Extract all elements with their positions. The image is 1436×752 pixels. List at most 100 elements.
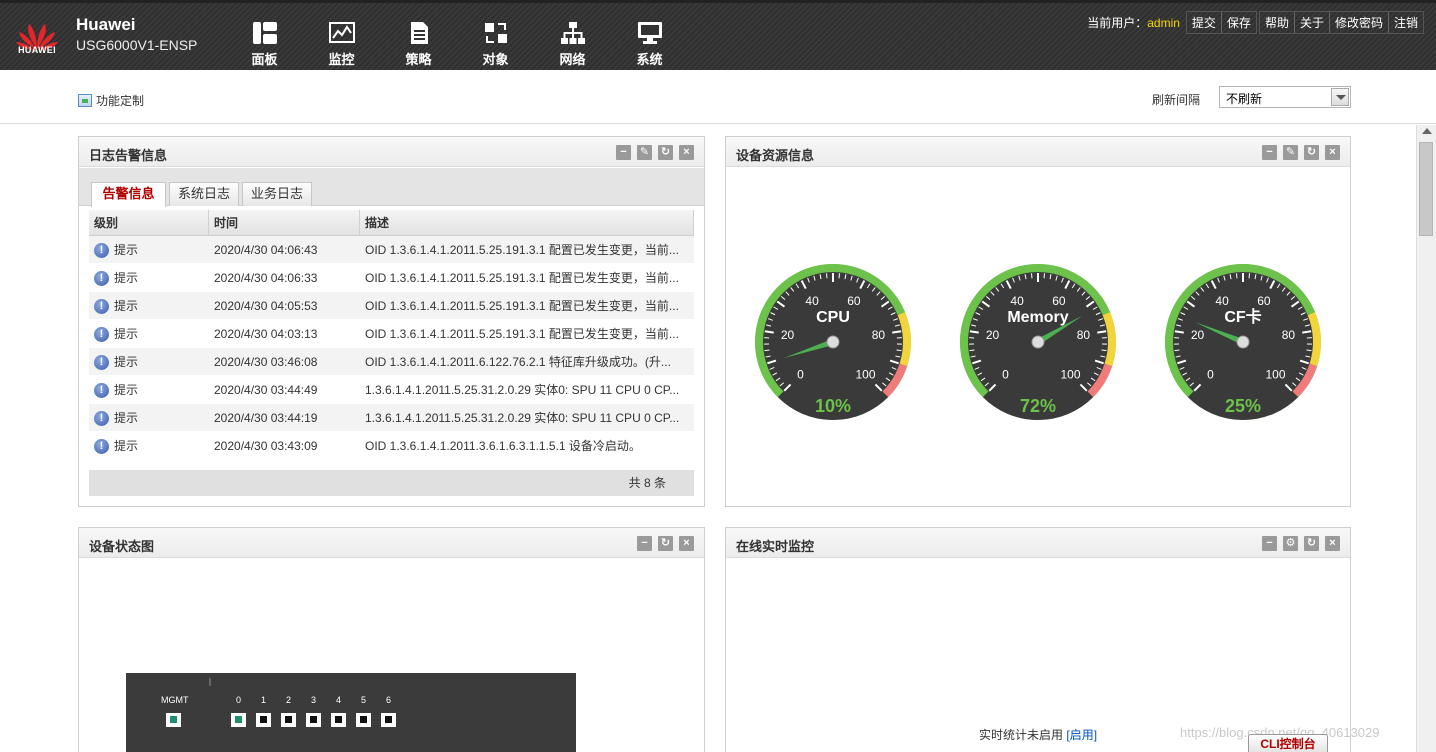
chevron-down-icon[interactable] xyxy=(1331,88,1349,106)
gauge-tick xyxy=(1101,349,1107,352)
commit-link[interactable]: 提交 xyxy=(1187,12,1221,33)
port-number-label: 0 xyxy=(236,695,242,705)
level-text: 提示 xyxy=(114,411,139,425)
port-number-label: 1 xyxy=(261,695,267,705)
level-text: 提示 xyxy=(114,243,139,257)
refresh-icon[interactable]: ↻ xyxy=(658,536,673,551)
gauge-scale-label: 20 xyxy=(986,328,1000,342)
nav-network[interactable]: 网络 xyxy=(534,17,611,68)
gauge-value: 72% xyxy=(1020,396,1056,416)
gauge-value: 25% xyxy=(1225,396,1261,416)
ethernet-port[interactable] xyxy=(231,713,246,727)
table-row[interactable]: ! 提示 2020/4/30 04:06:43 OID 1.3.6.1.4.1.201… xyxy=(89,236,694,264)
table-row[interactable]: ! 提示 2020/4/30 04:05:53 OID 1.3.6.1.4.1.201… xyxy=(89,292,694,320)
refresh-interval-select[interactable]: 不刷新 xyxy=(1219,86,1351,108)
gauge-tick xyxy=(1302,330,1312,334)
device-model: USG6000V1-ENSP xyxy=(76,37,198,53)
column-header-desc[interactable]: 描述 xyxy=(360,210,694,235)
gauge-scale-label: 60 xyxy=(1052,294,1066,308)
cell-time: 2020/4/30 03:46:08 xyxy=(214,355,318,369)
minimize-icon[interactable]: − xyxy=(637,536,652,551)
resource-panel: 设备资源信息 − ✎ ↻ × 0 20 40 60 80 100 CPU 10% 0 20 40 60… xyxy=(725,136,1351,507)
tab-system-log[interactable]: 系统日志 xyxy=(169,182,239,206)
nav-dashboard[interactable]: 面板 xyxy=(226,17,303,68)
network-topology-icon xyxy=(560,22,585,44)
ethernet-port[interactable] xyxy=(381,713,396,727)
refresh-icon[interactable]: ↻ xyxy=(1304,536,1319,551)
cell-desc: OID 1.3.6.1.4.1.2011.5.25.191.3.1 配置已发生变… xyxy=(365,327,679,341)
gauge-scale-label: 40 xyxy=(1215,294,1229,308)
dashboard-content: 日志告警信息 − ✎ ↻ × 告警信息 系统日志 业务日志 级别 时间 描述 !… xyxy=(0,125,1416,752)
gauge-tick xyxy=(969,349,975,352)
cell-time: 2020/4/30 04:05:53 xyxy=(214,299,318,313)
ethernet-port[interactable] xyxy=(256,713,271,727)
close-icon[interactable]: × xyxy=(1325,536,1340,551)
tab-alarm-info[interactable]: 告警信息 xyxy=(91,182,166,207)
cell-desc: OID 1.3.6.1.4.1.2011.5.25.191.3.1 配置已发生变… xyxy=(365,243,679,257)
ethernet-port[interactable] xyxy=(281,713,296,727)
gear-icon[interactable]: ⚙ xyxy=(1283,536,1298,551)
change-password-link[interactable]: 修改密码 xyxy=(1328,12,1388,33)
minimize-icon[interactable]: − xyxy=(1262,536,1277,551)
close-icon[interactable]: × xyxy=(679,145,694,160)
save-link[interactable]: 保存 xyxy=(1220,12,1256,33)
about-link[interactable]: 关于 xyxy=(1293,12,1329,33)
cli-console-button[interactable]: CLI控制台 xyxy=(1248,734,1328,752)
gauge-scale-label: 100 xyxy=(1061,368,1081,382)
main-nav: 面板 监控 策略 对象 网络 系统 xyxy=(226,17,688,68)
refresh-icon[interactable]: ↻ xyxy=(658,145,673,160)
nav-system[interactable]: 系统 xyxy=(611,17,688,68)
column-header-time[interactable]: 时间 xyxy=(209,210,360,235)
panel-header: 设备状态图 − ↻ × xyxy=(79,528,704,558)
vertical-scrollbar[interactable] xyxy=(1416,125,1436,752)
dashboard-icon xyxy=(252,22,277,44)
gauge-value: 10% xyxy=(815,396,851,416)
close-icon[interactable]: × xyxy=(679,536,694,551)
gauge-scale-label: 60 xyxy=(847,294,861,308)
level-text: 提示 xyxy=(114,271,139,285)
help-link[interactable]: 帮助 xyxy=(1260,12,1294,33)
panel-tools: − ↻ × xyxy=(631,536,694,551)
nav-label: 网络 xyxy=(559,52,586,67)
scroll-thumb[interactable] xyxy=(1419,142,1433,236)
cell-desc: 1.3.6.1.4.1.2011.5.25.31.2.0.29 实体0: SPU… xyxy=(365,383,680,397)
edit-icon[interactable]: ✎ xyxy=(637,145,652,160)
minimize-icon[interactable]: − xyxy=(616,145,631,160)
gauge-title: Memory xyxy=(1007,309,1068,326)
column-header-level[interactable]: 级别 xyxy=(89,210,209,235)
ethernet-port[interactable] xyxy=(356,713,371,727)
gauge-svg: 02040 6080100CPU10%02040 6080100Memory72%0… xyxy=(755,264,1321,420)
scroll-up-icon[interactable] xyxy=(1422,128,1432,134)
enable-link[interactable]: [启用] xyxy=(1066,728,1097,742)
panel-title: 在线实时监控 xyxy=(736,539,815,554)
ethernet-port[interactable] xyxy=(306,713,321,727)
nav-policy[interactable]: 策略 xyxy=(380,17,457,68)
gauge-tick xyxy=(764,349,770,352)
gauge-tick xyxy=(1174,349,1180,352)
cell-time: 2020/4/30 03:44:19 xyxy=(214,411,318,425)
cell-time: 2020/4/30 04:06:33 xyxy=(214,271,318,285)
nav-monitor[interactable]: 监控 xyxy=(303,17,380,68)
logout-link[interactable]: 注销 xyxy=(1387,12,1423,33)
table-row[interactable]: ! 提示 2020/4/30 03:46:08 OID 1.3.6.1.4.1.201… xyxy=(89,348,694,376)
level-text: 提示 xyxy=(114,327,139,341)
panel-tools: − ✎ ↻ × xyxy=(610,145,694,160)
port-number-label: 3 xyxy=(311,695,317,705)
nav-label: 策略 xyxy=(405,52,432,67)
port-number-label: 4 xyxy=(336,695,342,705)
info-icon: ! xyxy=(94,327,109,343)
table-row[interactable]: ! 提示 2020/4/30 03:44:19 1.3.6.1.4.1.2011.5.… xyxy=(89,404,694,432)
nav-objects[interactable]: 对象 xyxy=(457,17,534,68)
mgmt-port[interactable] xyxy=(166,713,181,727)
table-row[interactable]: ! 提示 2020/4/30 04:06:33 OID 1.3.6.1.4.1.201… xyxy=(89,264,694,292)
table-row[interactable]: ! 提示 2020/4/30 04:03:13 OID 1.3.6.1.4.1.201… xyxy=(89,320,694,348)
cell-level: ! 提示 xyxy=(89,236,209,263)
gauge-hub xyxy=(1031,335,1045,349)
table-row[interactable]: ! 提示 2020/4/30 03:43:09 OID 1.3.6.1.4.1.201… xyxy=(89,432,694,460)
cell-level: ! 提示 xyxy=(89,376,209,403)
gauge-scale-label: 40 xyxy=(1010,294,1024,308)
tab-business-log[interactable]: 业务日志 xyxy=(242,182,312,206)
ethernet-port[interactable] xyxy=(331,713,346,727)
table-row[interactable]: ! 提示 2020/4/30 03:44:49 1.3.6.1.4.1.2011.5.… xyxy=(89,376,694,404)
customize-button[interactable]: 功能定制 xyxy=(78,92,144,109)
